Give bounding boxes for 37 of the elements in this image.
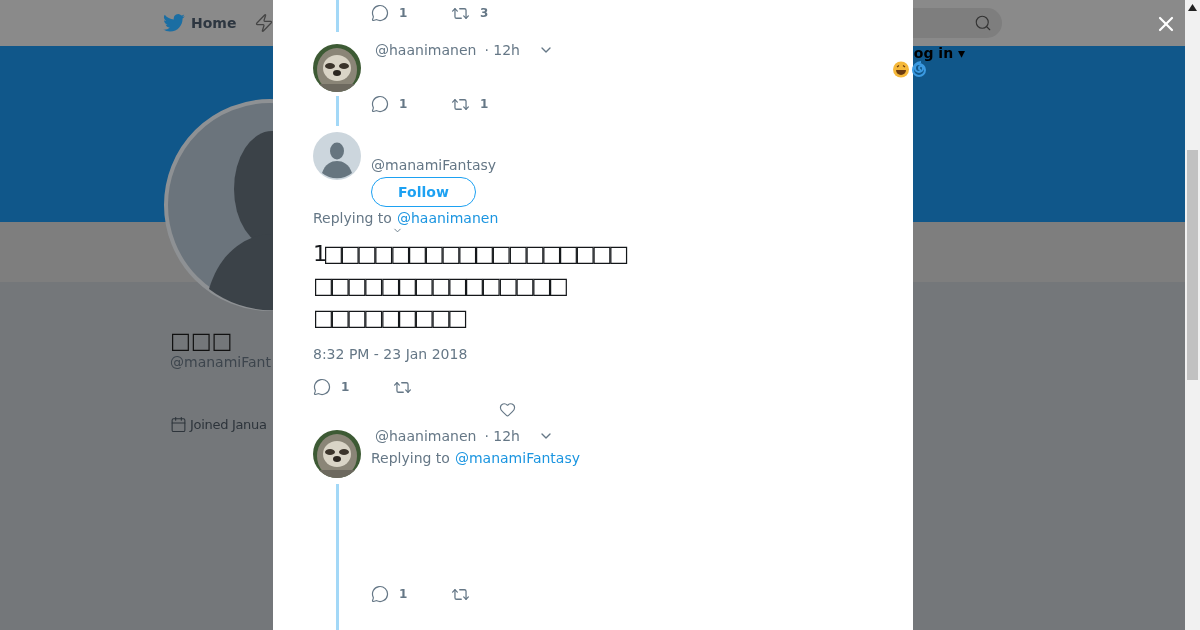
speech-bubble-icon <box>313 378 331 396</box>
tweet-text-line: □□□□□□□□□□□□□□□ <box>313 272 565 300</box>
search-icon <box>974 14 992 32</box>
tweet-text-line: 1□□□□□□□□□□□□□□□□□□ <box>313 240 626 268</box>
calendar-icon <box>170 416 187 433</box>
follow-button[interactable]: Follow <box>371 177 476 207</box>
reply-button[interactable]: 1 <box>313 378 363 396</box>
replying-label: Replying to <box>313 210 392 226</box>
mention-link[interactable]: @manamiFantasy <box>454 450 580 466</box>
tweet-time: · 12h <box>484 428 520 444</box>
reply-button[interactable]: 1 <box>371 585 421 603</box>
login-link[interactable]: og in ▾ <box>913 46 965 222</box>
tweet-text-line: □□□□□□□□□ <box>313 304 465 332</box>
home-link[interactable]: Home <box>163 14 237 32</box>
reply-button[interactable]: 1 <box>371 95 421 113</box>
user-handle: @haanimanen <box>375 428 477 444</box>
speech-bubble-icon <box>371 95 389 113</box>
retweet-button[interactable]: 3 <box>451 3 501 23</box>
joined-date: Joined Janua <box>190 417 267 432</box>
profile-name: □□□ <box>170 328 233 354</box>
avatar-icon <box>313 132 361 180</box>
scroll-up-icon[interactable] <box>1188 4 1197 11</box>
replying-label: Replying to <box>371 450 450 466</box>
speech-bubble-icon <box>371 4 389 22</box>
retweet-button[interactable]: 1 <box>451 94 501 114</box>
user-handle: @manamiFantasy <box>371 157 497 173</box>
tweet-timestamp: 8:32 PM - 23 Jan 2018 <box>313 346 468 362</box>
lightning-icon[interactable] <box>254 13 275 33</box>
scrollbar[interactable] <box>1185 0 1200 630</box>
like-button[interactable] <box>499 401 516 418</box>
mention-link[interactable]: @haanimanen <box>396 210 499 226</box>
user-handle: @haanimanen <box>375 42 477 58</box>
reply-button[interactable]: 1 <box>371 4 421 22</box>
heart-icon <box>499 401 516 418</box>
tweet-time: · 12h <box>484 42 520 58</box>
bird-logo <box>163 14 185 32</box>
speech-bubble-icon <box>371 585 389 603</box>
